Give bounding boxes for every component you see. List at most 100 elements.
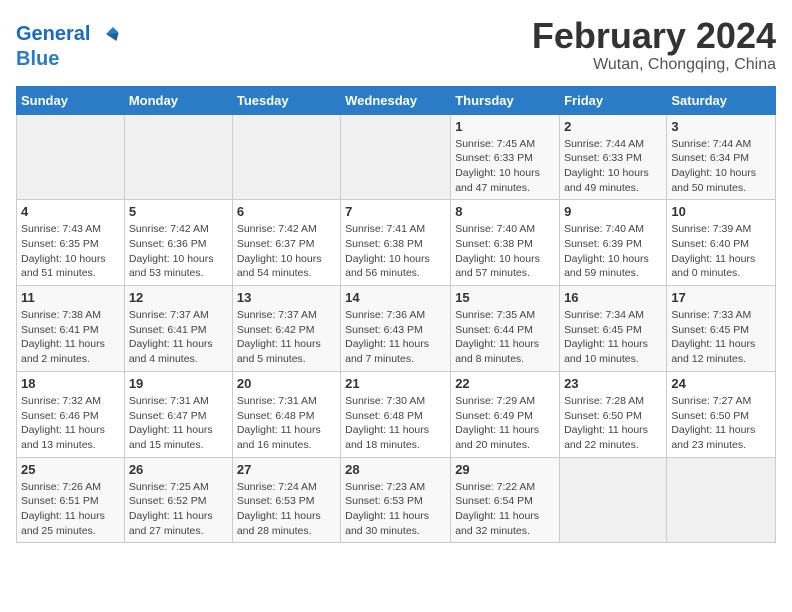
- day-header-wednesday: Wednesday: [341, 86, 451, 114]
- day-number: 28: [345, 462, 446, 477]
- day-info: Sunrise: 7:42 AMSunset: 6:37 PMDaylight:…: [237, 222, 336, 281]
- day-headers-row: SundayMondayTuesdayWednesdayThursdayFrid…: [17, 86, 776, 114]
- day-number: 19: [129, 376, 228, 391]
- day-number: 23: [564, 376, 662, 391]
- day-number: 4: [21, 204, 120, 219]
- day-info: Sunrise: 7:44 AMSunset: 6:33 PMDaylight:…: [564, 137, 662, 196]
- day-number: 24: [671, 376, 771, 391]
- calendar-week-1: 1Sunrise: 7:45 AMSunset: 6:33 PMDaylight…: [17, 114, 776, 200]
- calendar-cell: 17 Sunrise: 7:33 AMSunset: 6:45 PMDayligh…: [667, 286, 776, 372]
- calendar-cell: [17, 114, 125, 200]
- calendar-week-2: 4Sunrise: 7:43 AMSunset: 6:35 PMDaylight…: [17, 200, 776, 286]
- day-number: 2: [564, 119, 662, 134]
- day-number: 8: [455, 204, 555, 219]
- day-info: Sunrise: 7:26 AMSunset: 6:51 PMDaylight:…: [21, 480, 120, 539]
- day-info: Sunrise: 7:40 AMSunset: 6:38 PMDaylight:…: [455, 222, 555, 281]
- calendar-cell: 16 Sunrise: 7:34 AMSunset: 6:45 PMDayligh…: [560, 286, 667, 372]
- calendar-cell: 6 Sunrise: 7:42 AMSunset: 6:37 PMDaylight…: [232, 200, 340, 286]
- calendar-cell: 4Sunrise: 7:43 AMSunset: 6:35 PMDaylight…: [17, 200, 125, 286]
- calendar-cell: 2 Sunrise: 7:44 AMSunset: 6:33 PMDaylight…: [560, 114, 667, 200]
- day-number: 20: [237, 376, 336, 391]
- day-info: Sunrise: 7:32 AMSunset: 6:46 PMDaylight:…: [21, 394, 120, 453]
- calendar-cell: 25 Sunrise: 7:26 AMSunset: 6:51 PMDayligh…: [17, 457, 125, 543]
- logo: General Blue: [16, 20, 120, 70]
- calendar-cell: 29Sunrise: 7:22 AMSunset: 6:54 PMDayligh…: [451, 457, 560, 543]
- calendar-cell: 5 Sunrise: 7:42 AMSunset: 6:36 PMDaylight…: [124, 200, 232, 286]
- day-header-sunday: Sunday: [17, 86, 125, 114]
- day-number: 15: [455, 290, 555, 305]
- day-info: Sunrise: 7:42 AMSunset: 6:36 PMDaylight:…: [129, 222, 228, 281]
- day-header-tuesday: Tuesday: [232, 86, 340, 114]
- calendar-cell: 26 Sunrise: 7:25 AMSunset: 6:52 PMDayligh…: [124, 457, 232, 543]
- calendar-cell: 27Sunrise: 7:24 AMSunset: 6:53 PMDayligh…: [232, 457, 340, 543]
- day-number: 9: [564, 204, 662, 219]
- calendar-table: SundayMondayTuesdayWednesdayThursdayFrid…: [16, 86, 776, 544]
- day-info: Sunrise: 7:35 AMSunset: 6:44 PMDaylight:…: [455, 308, 555, 367]
- calendar-cell: 12Sunrise: 7:37 AMSunset: 6:41 PMDayligh…: [124, 286, 232, 372]
- day-number: 27: [237, 462, 336, 477]
- calendar-cell: 11Sunrise: 7:38 AMSunset: 6:41 PMDayligh…: [17, 286, 125, 372]
- day-number: 6: [237, 204, 336, 219]
- page-subtitle: Wutan, Chongqing, China: [532, 56, 776, 74]
- day-number: 10: [671, 204, 771, 219]
- calendar-cell: 19 Sunrise: 7:31 AMSunset: 6:47 PMDayligh…: [124, 371, 232, 457]
- day-info: Sunrise: 7:30 AMSunset: 6:48 PMDaylight:…: [345, 394, 446, 453]
- day-info: Sunrise: 7:41 AMSunset: 6:38 PMDaylight:…: [345, 222, 446, 281]
- calendar-cell: 3 Sunrise: 7:44 AMSunset: 6:34 PMDaylight…: [667, 114, 776, 200]
- day-number: 5: [129, 204, 228, 219]
- day-info: Sunrise: 7:33 AMSunset: 6:45 PMDaylight:…: [671, 308, 771, 367]
- day-info: Sunrise: 7:28 AMSunset: 6:50 PMDaylight:…: [564, 394, 662, 453]
- calendar-cell: 22 Sunrise: 7:29 AMSunset: 6:49 PMDayligh…: [451, 371, 560, 457]
- day-number: 16: [564, 290, 662, 305]
- logo-text-blue: Blue: [16, 48, 120, 70]
- day-info: Sunrise: 7:27 AMSunset: 6:50 PMDaylight:…: [671, 394, 771, 453]
- day-number: 26: [129, 462, 228, 477]
- day-number: 25: [21, 462, 120, 477]
- day-info: Sunrise: 7:31 AMSunset: 6:47 PMDaylight:…: [129, 394, 228, 453]
- day-info: Sunrise: 7:29 AMSunset: 6:49 PMDaylight:…: [455, 394, 555, 453]
- header: General Blue February 2024 Wutan, Chongq…: [16, 16, 776, 74]
- day-number: 18: [21, 376, 120, 391]
- day-info: Sunrise: 7:39 AMSunset: 6:40 PMDaylight:…: [671, 222, 771, 281]
- day-info: Sunrise: 7:22 AMSunset: 6:54 PMDaylight:…: [455, 480, 555, 539]
- calendar-cell: 24 Sunrise: 7:27 AMSunset: 6:50 PMDayligh…: [667, 371, 776, 457]
- logo-text-general: General: [16, 23, 90, 45]
- calendar-cell: [560, 457, 667, 543]
- day-info: Sunrise: 7:25 AMSunset: 6:52 PMDaylight:…: [129, 480, 228, 539]
- calendar-cell: 1Sunrise: 7:45 AMSunset: 6:33 PMDaylight…: [451, 114, 560, 200]
- day-info: Sunrise: 7:31 AMSunset: 6:48 PMDaylight:…: [237, 394, 336, 453]
- calendar-header: SundayMondayTuesdayWednesdayThursdayFrid…: [17, 86, 776, 114]
- day-number: 3: [671, 119, 771, 134]
- calendar-week-3: 11Sunrise: 7:38 AMSunset: 6:41 PMDayligh…: [17, 286, 776, 372]
- day-number: 11: [21, 290, 120, 305]
- day-info: Sunrise: 7:37 AMSunset: 6:42 PMDaylight:…: [237, 308, 336, 367]
- day-number: 13: [237, 290, 336, 305]
- day-info: Sunrise: 7:37 AMSunset: 6:41 PMDaylight:…: [129, 308, 228, 367]
- day-number: 17: [671, 290, 771, 305]
- day-header-thursday: Thursday: [451, 86, 560, 114]
- calendar-cell: 28 Sunrise: 7:23 AMSunset: 6:53 PMDayligh…: [341, 457, 451, 543]
- calendar-cell: [667, 457, 776, 543]
- calendar-cell: 13 Sunrise: 7:37 AMSunset: 6:42 PMDayligh…: [232, 286, 340, 372]
- logo-bird-icon: [92, 20, 120, 48]
- calendar-cell: 23 Sunrise: 7:28 AMSunset: 6:50 PMDayligh…: [560, 371, 667, 457]
- day-number: 14: [345, 290, 446, 305]
- day-number: 22: [455, 376, 555, 391]
- calendar-cell: 14 Sunrise: 7:36 AMSunset: 6:43 PMDayligh…: [341, 286, 451, 372]
- calendar-cell: 9 Sunrise: 7:40 AMSunset: 6:39 PMDaylight…: [560, 200, 667, 286]
- calendar-week-4: 18 Sunrise: 7:32 AMSunset: 6:46 PMDayligh…: [17, 371, 776, 457]
- calendar-cell: 15 Sunrise: 7:35 AMSunset: 6:44 PMDayligh…: [451, 286, 560, 372]
- day-info: Sunrise: 7:36 AMSunset: 6:43 PMDaylight:…: [345, 308, 446, 367]
- day-info: Sunrise: 7:23 AMSunset: 6:53 PMDaylight:…: [345, 480, 446, 539]
- title-block: February 2024 Wutan, Chongqing, China: [532, 16, 776, 74]
- calendar-cell: 18 Sunrise: 7:32 AMSunset: 6:46 PMDayligh…: [17, 371, 125, 457]
- calendar-cell: [232, 114, 340, 200]
- calendar-cell: [341, 114, 451, 200]
- day-info: Sunrise: 7:40 AMSunset: 6:39 PMDaylight:…: [564, 222, 662, 281]
- calendar-week-5: 25 Sunrise: 7:26 AMSunset: 6:51 PMDayligh…: [17, 457, 776, 543]
- calendar-body: 1Sunrise: 7:45 AMSunset: 6:33 PMDaylight…: [17, 114, 776, 543]
- day-header-friday: Friday: [560, 86, 667, 114]
- day-info: Sunrise: 7:44 AMSunset: 6:34 PMDaylight:…: [671, 137, 771, 196]
- day-number: 7: [345, 204, 446, 219]
- day-info: Sunrise: 7:34 AMSunset: 6:45 PMDaylight:…: [564, 308, 662, 367]
